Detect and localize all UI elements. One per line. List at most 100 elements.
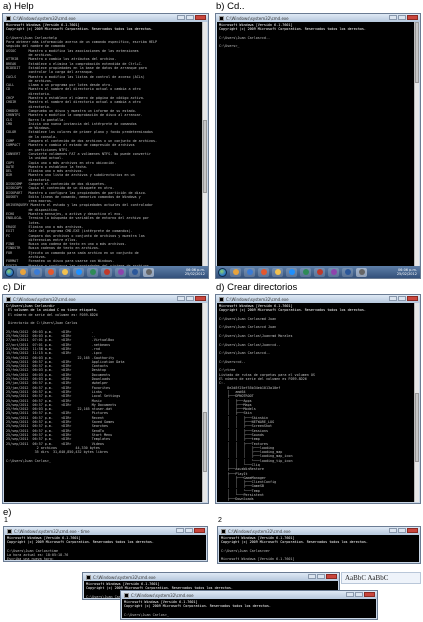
close-button[interactable] xyxy=(364,592,375,597)
cmd-icon xyxy=(219,15,224,21)
taskbar-app-icon[interactable] xyxy=(45,267,56,277)
taskbar: 06:06 p.m. 25/02/2012 xyxy=(3,266,208,278)
minimize-button[interactable] xyxy=(176,528,184,533)
close-button[interactable] xyxy=(194,528,205,533)
taskbar-app-icon[interactable] xyxy=(230,267,241,277)
tray-date: 25/02/2012 xyxy=(184,272,205,276)
cmd-icon xyxy=(7,528,12,534)
titlebar[interactable]: C:\Windows\system32\cmd.exe xyxy=(216,295,420,303)
titlebar[interactable]: C:\Windows\system32\cmd.exe xyxy=(218,527,420,535)
console-output[interactable]: C:\Users\Juan Carlos>dir El volumen de l… xyxy=(4,303,207,502)
console-output[interactable]: Microsoft Windows [Versión 6.1.7601] Copy… xyxy=(219,535,419,562)
start-button[interactable] xyxy=(5,267,14,277)
scroll-thumb[interactable] xyxy=(203,412,207,473)
scrollbar[interactable] xyxy=(414,303,419,502)
window-title: C:\Windows\system32\cmd.exe - time xyxy=(14,528,90,534)
taskbar-app-icon[interactable] xyxy=(244,267,255,277)
minimize-button[interactable] xyxy=(308,574,316,579)
taskbar-app-icon[interactable] xyxy=(129,267,140,277)
taskbar-app-icon[interactable] xyxy=(300,267,311,277)
window-title: C:\Windows\system32\cmd.exe xyxy=(131,592,194,598)
minimize-button[interactable] xyxy=(389,296,397,301)
cmd-icon xyxy=(6,15,11,21)
console-output[interactable]: Microsoft Windows [Versión 6.1.7601] Copy… xyxy=(4,22,207,266)
window-title: C:\Windows\system32\cmd.exe xyxy=(13,296,76,302)
window-time: C:\Windows\system32\cmd.exe - time Micro… xyxy=(3,526,208,562)
minimize-button[interactable] xyxy=(389,15,397,20)
scroll-thumb[interactable] xyxy=(203,119,207,193)
close-button[interactable] xyxy=(195,15,206,20)
titlebar[interactable]: C:\Windows\system32\cmd.exe - time xyxy=(4,527,207,535)
window-start-front: C:\Windows\system32\cmd.exe Microsoft Wi… xyxy=(120,590,378,620)
window-title: C:\Windows\system32\cmd.exe xyxy=(93,574,156,580)
window-title: C:\Windows\system32\cmd.exe xyxy=(228,528,291,534)
titlebar[interactable]: C:\Windows\system32\cmd.exe xyxy=(3,14,208,22)
label-e2: 2 xyxy=(218,517,222,524)
start-button[interactable] xyxy=(218,267,227,277)
window-mkdir: C:\Windows\system32\cmd.exe Microsoft Wi… xyxy=(215,294,421,504)
console-line: C:\Users>_ xyxy=(219,44,240,49)
scroll-thumb[interactable] xyxy=(415,392,419,463)
minimize-button[interactable] xyxy=(177,15,185,20)
maximize-button[interactable] xyxy=(398,15,406,20)
taskbar-app-icon[interactable] xyxy=(143,267,154,277)
close-button[interactable] xyxy=(326,574,337,579)
scroll-thumb[interactable] xyxy=(415,22,419,83)
window-title: C:\Windows\system32\cmd.exe xyxy=(226,15,289,21)
taskbar-app-icon[interactable] xyxy=(328,267,339,277)
cmd-icon xyxy=(221,528,226,534)
word-style-ribbon: AaBbC AaBbC xyxy=(341,572,421,584)
label-b: b) Cd.. xyxy=(216,1,245,12)
taskbar-app-icon[interactable] xyxy=(31,267,42,277)
scrollbar[interactable] xyxy=(202,303,207,502)
taskbar-app-icon[interactable] xyxy=(87,267,98,277)
taskbar-app-icon[interactable] xyxy=(286,267,297,277)
taskbar-app-icon[interactable] xyxy=(272,267,283,277)
maximize-button[interactable] xyxy=(398,296,406,301)
close-button[interactable] xyxy=(407,528,418,533)
label-d: d) Crear directorios xyxy=(216,282,298,293)
label-a: a) Help xyxy=(3,1,34,12)
console-output[interactable]: Microsoft Windows [Versión 6.1.7601] Copy… xyxy=(217,22,419,266)
close-button[interactable] xyxy=(407,15,418,20)
maximize-button[interactable] xyxy=(186,15,194,20)
scrollbar[interactable] xyxy=(202,22,207,266)
maximize-button[interactable] xyxy=(398,528,406,533)
taskbar-app-icon[interactable] xyxy=(101,267,112,277)
taskbar-app-icon[interactable] xyxy=(342,267,353,277)
taskbar-app-icon[interactable] xyxy=(73,267,84,277)
console-output[interactable]: Microsoft Windows [Versión 6.1.7601] Copy… xyxy=(122,599,376,618)
minimize-button[interactable] xyxy=(346,592,354,597)
system-tray-clock[interactable]: 06:06 p.m. 25/02/2012 xyxy=(397,268,417,276)
tray-date: 25/02/2012 xyxy=(396,272,417,276)
close-button[interactable] xyxy=(407,296,418,301)
taskbar-app-icon[interactable] xyxy=(59,267,70,277)
window-cd: C:\Windows\system32\cmd.exe Microsoft Wi… xyxy=(215,13,421,279)
titlebar[interactable]: C:\Windows\system32\cmd.exe xyxy=(3,295,208,303)
taskbar-app-icon[interactable] xyxy=(17,267,28,277)
minimize-button[interactable] xyxy=(389,528,397,533)
window-title: C:\Windows\system32\cmd.exe xyxy=(13,15,76,21)
maximize-button[interactable] xyxy=(186,296,194,301)
minimize-button[interactable] xyxy=(177,296,185,301)
console-output[interactable]: Microsoft Windows [Versión 6.1.7601] Copy… xyxy=(217,303,419,502)
window-help: C:\Windows\system32\cmd.exe Microsoft Wi… xyxy=(2,13,209,279)
taskbar-app-icon[interactable] xyxy=(356,267,367,277)
label-c: c) Dir xyxy=(3,282,26,293)
titlebar[interactable]: C:\Windows\system32\cmd.exe xyxy=(216,14,420,22)
maximize-button[interactable] xyxy=(185,528,193,533)
scrollbar[interactable] xyxy=(414,22,419,266)
cmd-icon xyxy=(86,574,91,580)
taskbar-app-icon[interactable] xyxy=(258,267,269,277)
taskbar-app-icon[interactable] xyxy=(115,267,126,277)
titlebar[interactable]: C:\Windows\system32\cmd.exe xyxy=(121,591,377,599)
cmd-icon xyxy=(219,296,224,302)
console-output[interactable]: Microsoft Windows [Versión 6.1.7601] Copy… xyxy=(5,535,206,560)
window-title: C:\Windows\system32\cmd.exe xyxy=(226,296,289,302)
close-button[interactable] xyxy=(195,296,206,301)
system-tray-clock[interactable]: 06:06 p.m. 25/02/2012 xyxy=(185,268,205,276)
titlebar[interactable]: C:\Windows\system32\cmd.exe xyxy=(83,573,339,581)
maximize-button[interactable] xyxy=(355,592,363,597)
maximize-button[interactable] xyxy=(317,574,325,579)
taskbar-app-icon[interactable] xyxy=(314,267,325,277)
